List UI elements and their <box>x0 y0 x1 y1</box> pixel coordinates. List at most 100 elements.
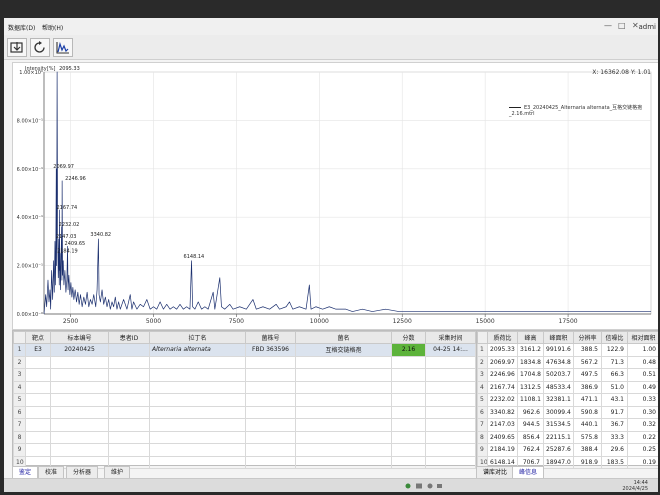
peak-cell: 856.4 <box>517 430 544 444</box>
result-row[interactable]: 9 <box>13 443 476 457</box>
results-column-header[interactable]: 分数 <box>391 331 426 344</box>
peak-label: 2167.74 <box>57 205 78 211</box>
results-column-header[interactable]: 标本编号 <box>50 331 109 344</box>
x-tick-label: 15000 <box>476 318 495 325</box>
result-row[interactable]: 3 <box>13 368 476 382</box>
result-cell <box>295 418 392 432</box>
peak-cell: 918.9 <box>573 455 602 469</box>
peak-row[interactable]: 4 2167.74 1312.5 48533.4 386.9 51.0 0.49 <box>477 380 658 394</box>
results-column-header[interactable]: 患者ID <box>108 331 150 344</box>
peak-column-header[interactable]: 质荷比 <box>487 331 518 344</box>
result-cell <box>391 380 426 394</box>
result-cell <box>295 368 392 382</box>
result-row[interactable]: 7 <box>13 418 476 432</box>
result-row[interactable]: 6 <box>13 405 476 419</box>
peak-row[interactable]: 7 2147.03 944.5 31534.5 440.1 36.7 0.32 <box>477 418 658 432</box>
peak-column-header[interactable] <box>477 331 488 344</box>
menu-database[interactable]: 数据库(D) <box>8 23 35 32</box>
menu-help[interactable]: 帮助(H) <box>42 23 63 32</box>
result-cell <box>295 380 392 394</box>
peak-cell: 567.2 <box>573 355 602 369</box>
result-row[interactable]: 1 E3 20240425 Alternaria alternata FBD 36359… <box>13 343 476 357</box>
peak-cell: 0.32 <box>627 418 658 432</box>
export-button[interactable] <box>7 38 27 57</box>
result-cell <box>391 355 426 369</box>
result-cell <box>425 380 476 394</box>
peak-cell: 99191.6 <box>543 343 574 357</box>
result-cell <box>149 443 246 457</box>
peak-column-header[interactable]: 峰面积 <box>543 331 574 344</box>
results-column-header[interactable]: 拉丁名 <box>149 331 246 344</box>
y-tick-label: 8.00×10⁻¹ <box>17 118 43 124</box>
peak-cell: 48533.4 <box>543 380 574 394</box>
peak-row[interactable]: 3 2246.96 1704.8 50203.7 497.5 66.3 0.51 <box>477 368 658 382</box>
result-row[interactable]: 2 <box>13 355 476 369</box>
peak-row[interactable]: 9 2184.19 762.4 25287.6 388.4 29.6 0.25 <box>477 443 658 457</box>
peak-cell: 1834.8 <box>517 355 544 369</box>
peak-row[interactable]: 8 2409.65 856.4 22115.1 575.8 33.3 0.22 <box>477 430 658 444</box>
peak-cell: 22115.1 <box>543 430 574 444</box>
result-cell <box>50 393 109 407</box>
peak-label: 2069.97 <box>53 164 74 170</box>
peak-cell: 66.3 <box>601 368 628 382</box>
peak-cell: 590.8 <box>573 405 602 419</box>
peak-row[interactable]: 1 2095.33 3161.2 99191.6 388.5 122.9 1.00 <box>477 343 658 357</box>
result-cell <box>108 368 150 382</box>
results-column-header[interactable]: 菌株号 <box>245 331 296 344</box>
refresh-button[interactable] <box>30 38 50 57</box>
peak-cell: 0.49 <box>627 380 658 394</box>
result-cell: 04-25 14:... <box>425 343 476 357</box>
peak-column-header[interactable]: 相对面积 <box>627 331 658 344</box>
result-cell <box>25 393 51 407</box>
result-cell <box>425 405 476 419</box>
row-number: 9 <box>13 443 26 457</box>
peak-column-header[interactable]: 分辨率 <box>573 331 602 344</box>
peak-row[interactable]: 5 2232.02 1108.1 32381.1 471.1 43.1 0.33 <box>477 393 658 407</box>
legend-line <box>509 107 521 108</box>
result-row[interactable]: 4 <box>13 380 476 394</box>
y-tick-label: 6.00×10⁻¹ <box>17 167 43 173</box>
peak-column-header[interactable]: 信噪比 <box>601 331 628 344</box>
peak-cell: 575.8 <box>573 430 602 444</box>
result-cell <box>391 418 426 432</box>
result-cell <box>295 355 392 369</box>
results-column-header[interactable]: 靶点 <box>25 331 51 344</box>
result-cell <box>425 430 476 444</box>
peak-row[interactable]: 2 2069.97 1834.8 47634.8 567.2 71.3 0.48 <box>477 355 658 369</box>
results-column-header[interactable]: 采集时间 <box>425 331 476 344</box>
results-column-header[interactable]: 菌名 <box>295 331 392 344</box>
result-cell <box>50 443 109 457</box>
result-row[interactable]: 8 <box>13 430 476 444</box>
peak-cell: 497.5 <box>573 368 602 382</box>
minimize-button[interactable]: — <box>604 21 612 30</box>
peak-cell: 3340.82 <box>487 405 518 419</box>
result-row[interactable]: 5 <box>13 393 476 407</box>
row-number: 3 <box>477 368 488 382</box>
x-tick-label: 7500 <box>229 318 244 325</box>
peak-cell: 2095.33 <box>487 343 518 357</box>
spectrum-chart[interactable]: 2500 5000 7500 10000 12500 15000 17500 0.00×10⁻… <box>13 63 658 329</box>
result-cell <box>149 405 246 419</box>
row-number: 2 <box>13 355 26 369</box>
spectrum-view-button[interactable] <box>53 38 73 57</box>
y-tick-label: 2.00×10⁻¹ <box>17 264 43 270</box>
result-cell <box>425 355 476 369</box>
result-cell <box>108 405 150 419</box>
export-icon <box>10 42 23 53</box>
peak-cell: 122.9 <box>601 343 628 357</box>
user-name[interactable]: admi <box>639 23 657 31</box>
result-cell <box>149 418 246 432</box>
result-cell <box>245 393 296 407</box>
peak-row[interactable]: 6 3340.82 962.6 30099.4 590.8 91.7 0.30 <box>477 405 658 419</box>
result-cell <box>245 418 296 432</box>
result-cell <box>425 443 476 457</box>
maximize-button[interactable]: □ <box>618 21 626 30</box>
peak-column-header[interactable]: 峰高 <box>517 331 544 344</box>
peak-label: 2147.03 <box>56 234 77 240</box>
result-cell <box>245 455 296 469</box>
result-cell <box>425 418 476 432</box>
result-cell: E3 <box>25 343 51 357</box>
result-cell <box>295 405 392 419</box>
result-cell <box>425 393 476 407</box>
row-number: 4 <box>13 380 26 394</box>
